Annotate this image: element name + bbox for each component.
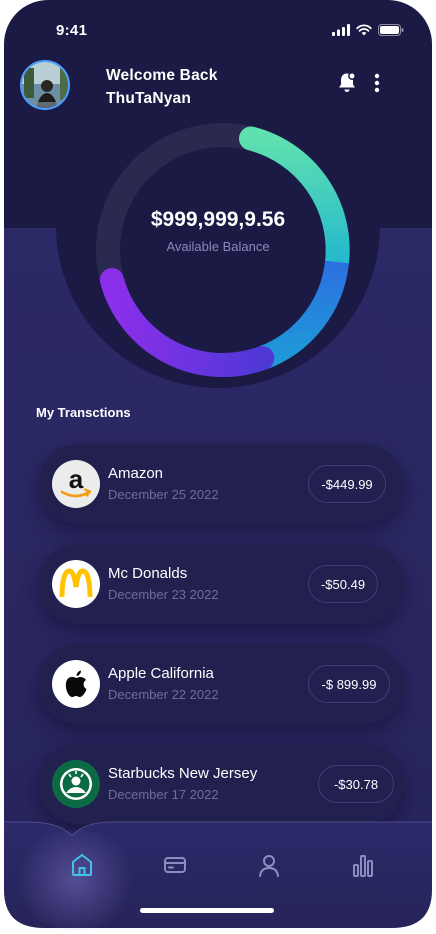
card-icon [164,857,186,873]
transaction-amount: -$30.78 [318,765,394,803]
transaction-date: December 22 2022 [108,687,219,702]
starbucks-logo [52,760,100,808]
apple-icon [65,670,87,697]
transaction-card[interactable]: Apple California December 22 2022 -$ 899… [38,644,404,724]
transaction-card[interactable]: a Amazon December 25 2022 -$449.99 [38,444,404,524]
amazon-logo: a [52,460,100,508]
chart-icon [353,855,373,877]
transaction-date: December 23 2022 [108,587,219,602]
nav-profile[interactable] [257,852,281,882]
transaction-name: Amazon [108,465,164,482]
apple-logo [52,660,100,708]
transaction-date: December 17 2022 [108,787,219,802]
transaction-name: Apple California [108,665,214,682]
transaction-name: Mc Donalds [108,565,188,582]
transaction-amount: -$449.99 [308,465,386,503]
svg-text:a: a [69,464,84,494]
amazon-icon: a [60,464,92,498]
home-indicator [140,908,274,913]
nav-home[interactable] [70,852,94,882]
gauge-segment-blue [257,260,349,370]
transaction-amount: -$ 899.99 [308,665,390,703]
nav-cards[interactable] [163,852,187,882]
balance-amount: $999,999,9.56 [150,208,286,231]
mcdonalds-icon [59,568,93,598]
home-icon [72,854,92,876]
mcdonalds-logo [52,560,100,608]
section-title: My Transctions [36,405,131,420]
starbucks-icon [52,760,100,808]
gauge-segment-purple [99,268,275,378]
balance-label: Available Balance [166,239,270,254]
transaction-card[interactable]: Starbucks New Jersey December 17 2022 -$… [38,744,404,824]
transaction-card[interactable]: Mc Donalds December 23 2022 -$50.49 [38,544,404,624]
transaction-name: Starbucks New Jersey [108,765,258,782]
transaction-date: December 25 2022 [108,487,219,502]
transaction-amount: -$50.49 [308,565,378,603]
nav-statistics[interactable] [351,852,375,882]
profile-icon [259,855,279,877]
